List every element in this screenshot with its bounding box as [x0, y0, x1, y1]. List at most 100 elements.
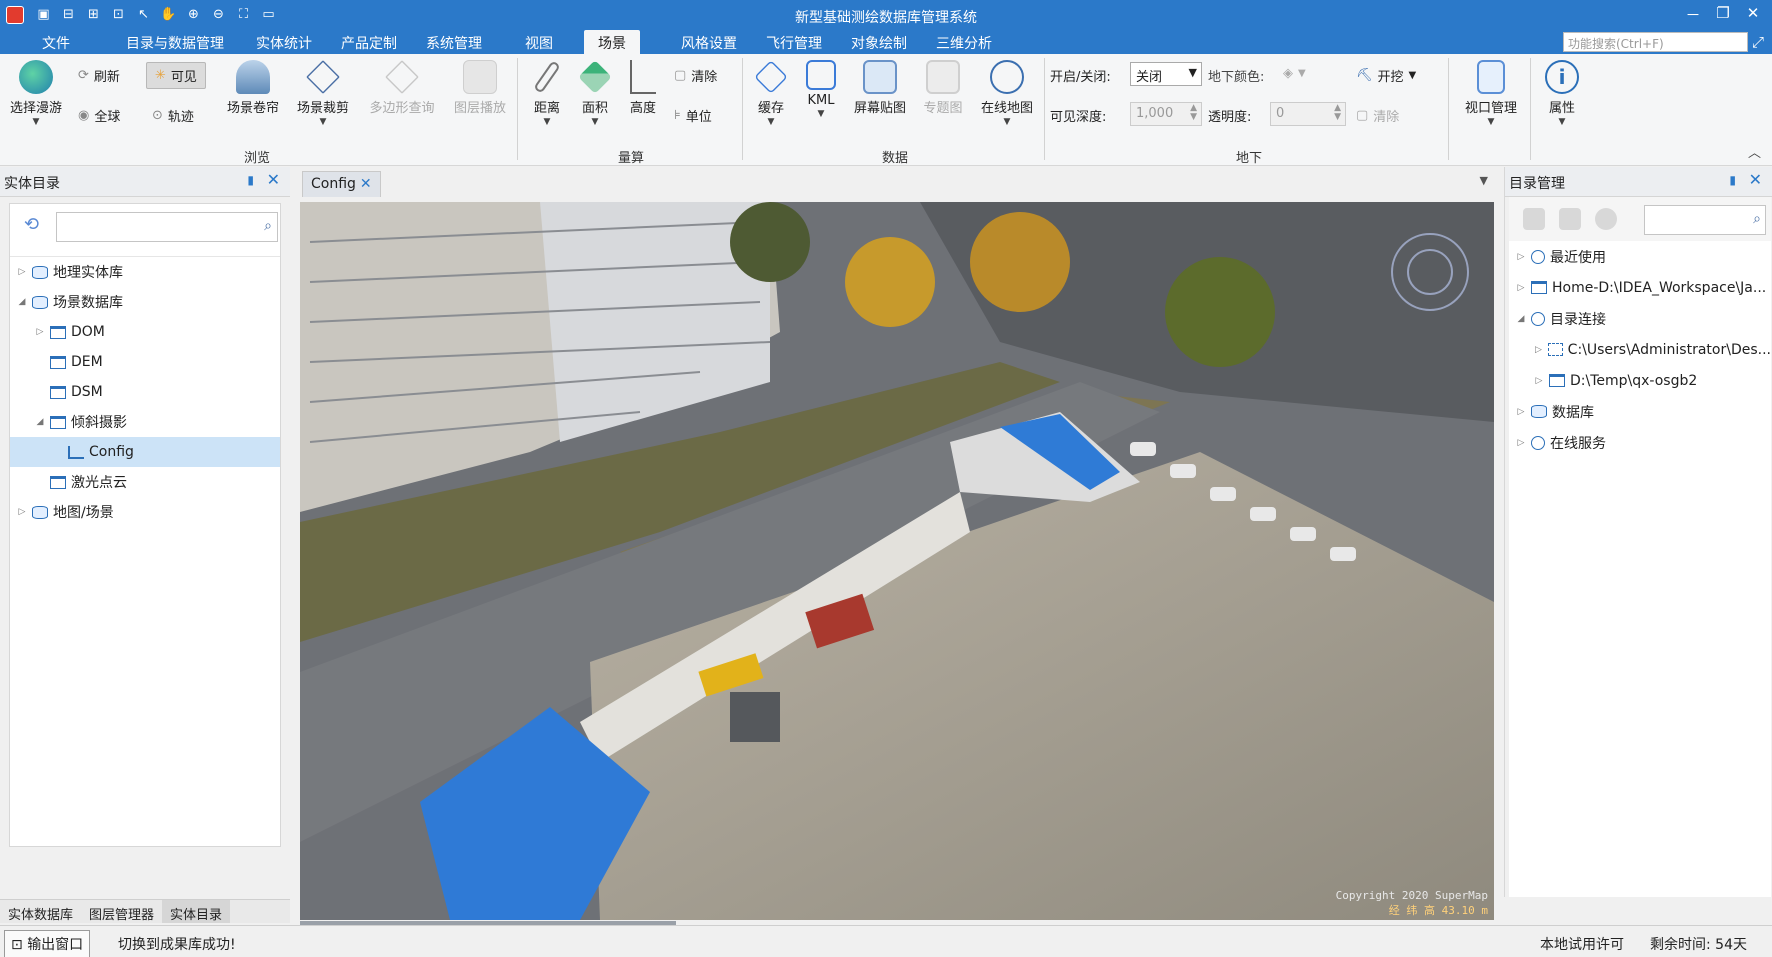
- delete-icon[interactable]: [1559, 208, 1581, 230]
- visible-toggle[interactable]: ✳ 可见: [146, 62, 206, 89]
- tree-item[interactable]: ◢ 场景数据库: [10, 287, 280, 317]
- kml-button[interactable]: KML ▼: [798, 60, 844, 119]
- catalog-manager-search-input[interactable]: ⌕: [1644, 205, 1766, 235]
- viewport-manager-button[interactable]: 视口管理 ▼: [1456, 60, 1526, 127]
- tab-scene[interactable]: 场景: [584, 30, 640, 54]
- visible-depth-spinner[interactable]: 1,000 ▲ ▼: [1130, 102, 1202, 126]
- grid-icon: [1547, 343, 1563, 356]
- tab-view[interactable]: 视图: [525, 33, 553, 53]
- tab-style[interactable]: 风格设置: [681, 33, 737, 53]
- close-tab-icon[interactable]: ✕: [360, 176, 372, 192]
- tree-item[interactable]: ▷ 最近使用: [1509, 241, 1771, 272]
- track-button[interactable]: ⊙ 轨迹: [152, 106, 194, 125]
- underground-clear-button[interactable]: ▢ 清除: [1356, 106, 1399, 125]
- expand-toggle-icon[interactable]: ▷: [34, 327, 46, 337]
- select-roam-button[interactable]: 选择漫游 ▼: [4, 60, 68, 127]
- output-window-button[interactable]: ⊡ 输出窗口: [4, 930, 91, 957]
- scene-clip-button[interactable]: 场景裁剪 ▼: [292, 60, 354, 127]
- tree-item[interactable]: DSM: [10, 377, 280, 407]
- tab-3d-analysis[interactable]: 三维分析: [936, 33, 992, 53]
- roam-globe-icon: [19, 60, 53, 94]
- close-button[interactable]: ✕: [1744, 4, 1762, 25]
- tab-draw[interactable]: 对象绘制: [851, 33, 907, 53]
- expand-toggle-icon[interactable]: ◢: [16, 297, 28, 307]
- tree-item[interactable]: Config: [10, 437, 280, 467]
- measure-clear-button[interactable]: ▢ 清除: [674, 66, 717, 85]
- expand-icon[interactable]: ⤢: [1752, 33, 1764, 51]
- underground-toggle-select[interactable]: 关闭 ▼: [1130, 62, 1202, 86]
- expand-toggle-icon[interactable]: ▷: [16, 267, 28, 277]
- excavate-button[interactable]: ⛏ 开挖 ▼: [1356, 66, 1416, 85]
- expand-toggle-icon[interactable]: ▷: [1515, 252, 1527, 262]
- tree-item[interactable]: DEM: [10, 347, 280, 377]
- expand-toggle-icon[interactable]: ▷: [1533, 345, 1544, 355]
- tree-item[interactable]: ◢ 目录连接: [1509, 303, 1771, 334]
- tab-flight[interactable]: 飞行管理: [766, 33, 822, 53]
- expand-toggle-icon[interactable]: ◢: [34, 417, 46, 427]
- tab-catalog-data[interactable]: 目录与数据管理: [126, 33, 224, 53]
- properties-button[interactable]: i 属性 ▼: [1536, 60, 1588, 127]
- opacity-spinner[interactable]: 0 ▲ ▼: [1270, 102, 1346, 126]
- expand-toggle-icon[interactable]: ▷: [16, 507, 28, 517]
- thematic-map-button[interactable]: 专题图: [916, 60, 970, 116]
- tree-item[interactable]: ◢ 倾斜摄影: [10, 407, 280, 437]
- search-icon[interactable]: ⌕: [1753, 211, 1761, 227]
- tree-item[interactable]: ▷ Home-D:\IDEA_Workspace\Ja...: [1509, 272, 1771, 303]
- tree-item[interactable]: ▷ D:\Temp\qx-osgb2: [1509, 365, 1771, 396]
- area-button[interactable]: 面积 ▼: [572, 60, 618, 127]
- tree-item[interactable]: 激光点云: [10, 467, 280, 497]
- minimize-button[interactable]: －: [1684, 4, 1702, 25]
- expand-toggle-icon[interactable]: ▷: [1515, 407, 1527, 417]
- output-icon: ⊡: [11, 937, 23, 953]
- scene-shutter-button[interactable]: 场景卷帘: [222, 60, 284, 116]
- tab-layer-manager[interactable]: 图层管理器: [81, 900, 162, 923]
- search-icon[interactable]: ⌕: [264, 218, 272, 234]
- left-bottom-tabs: 实体数据库 图层管理器 实体目录: [0, 899, 290, 923]
- cache-button[interactable]: 缓存 ▼: [748, 60, 794, 127]
- expand-toggle-icon[interactable]: ▷: [1515, 438, 1527, 448]
- refresh-button[interactable]: ⟳ 刷新: [78, 66, 120, 85]
- tab-entity-stats[interactable]: 实体统计: [256, 33, 312, 53]
- pin-icon[interactable]: ▮: [247, 173, 254, 187]
- restore-button[interactable]: ❐: [1714, 4, 1732, 25]
- collapse-ribbon-icon[interactable]: ︿: [1748, 142, 1761, 161]
- close-icon[interactable]: ✕: [267, 170, 280, 189]
- close-icon[interactable]: ✕: [1749, 170, 1762, 189]
- catalog-search-input[interactable]: ⌕: [56, 212, 278, 242]
- function-search-input[interactable]: 功能搜索(Ctrl+F): [1563, 32, 1748, 52]
- tree-item[interactable]: ▷ DOM: [10, 317, 280, 347]
- catalog-tree: ▷ 地理实体库 ◢ 场景数据库 ▷ DOM DEM DSM ◢ 倾斜摄影 Config 激光点云 ▷ 地图…: [10, 256, 280, 527]
- tree-item[interactable]: ▷ 数据库: [1509, 396, 1771, 427]
- distance-button[interactable]: 距离 ▼: [524, 60, 570, 127]
- spinner-arrows-icon: ▲ ▼: [1334, 103, 1341, 122]
- new-folder-icon[interactable]: [1523, 208, 1545, 230]
- layer-play-button[interactable]: 图层播放: [448, 60, 512, 116]
- scene-copyright: Copyright 2020 SuperMap 经 纬 高 43.10 m: [1335, 889, 1488, 917]
- tab-entity-catalog[interactable]: 实体目录: [162, 900, 231, 923]
- screen-overlay-button[interactable]: 屏幕贴图: [846, 60, 914, 116]
- refresh-icon[interactable]: [1595, 208, 1617, 230]
- tree-item[interactable]: ▷ 地图/场景: [10, 497, 280, 527]
- tab-entity-database[interactable]: 实体数据库: [0, 900, 81, 923]
- tree-item[interactable]: ▷ 在线服务: [1509, 427, 1771, 458]
- expand-toggle-icon[interactable]: ▷: [1533, 376, 1545, 386]
- unit-button[interactable]: ⊧ 单位: [674, 106, 712, 125]
- polygon-query-button[interactable]: 多边形查询: [362, 60, 442, 116]
- height-button[interactable]: 高度: [620, 60, 666, 116]
- oblique-photo-scene: [300, 202, 1494, 920]
- doc-tab-config[interactable]: Config ✕: [302, 171, 381, 197]
- expand-toggle-icon[interactable]: ▷: [1515, 283, 1527, 293]
- full-globe-button[interactable]: ◉ 全球: [78, 106, 120, 125]
- underground-color-picker[interactable]: ◈ ▼: [1283, 66, 1306, 81]
- chevron-down-icon[interactable]: ▼: [1480, 174, 1488, 187]
- tree-item[interactable]: ▷ 地理实体库: [10, 257, 280, 287]
- pin-icon[interactable]: ▮: [1729, 173, 1736, 187]
- tree-item[interactable]: ▷ C:\Users\Administrator\Des...: [1509, 334, 1771, 365]
- tab-product[interactable]: 产品定制: [341, 33, 397, 53]
- tab-file[interactable]: 文件: [42, 33, 70, 53]
- scene-viewport[interactable]: Copyright 2020 SuperMap 经 纬 高 43.10 m: [300, 202, 1494, 920]
- online-map-button[interactable]: 在线地图 ▼: [974, 60, 1040, 127]
- expand-toggle-icon[interactable]: ◢: [1515, 314, 1527, 324]
- tab-system[interactable]: 系统管理: [426, 33, 482, 53]
- refresh-icon[interactable]: ⟲: [24, 214, 39, 235]
